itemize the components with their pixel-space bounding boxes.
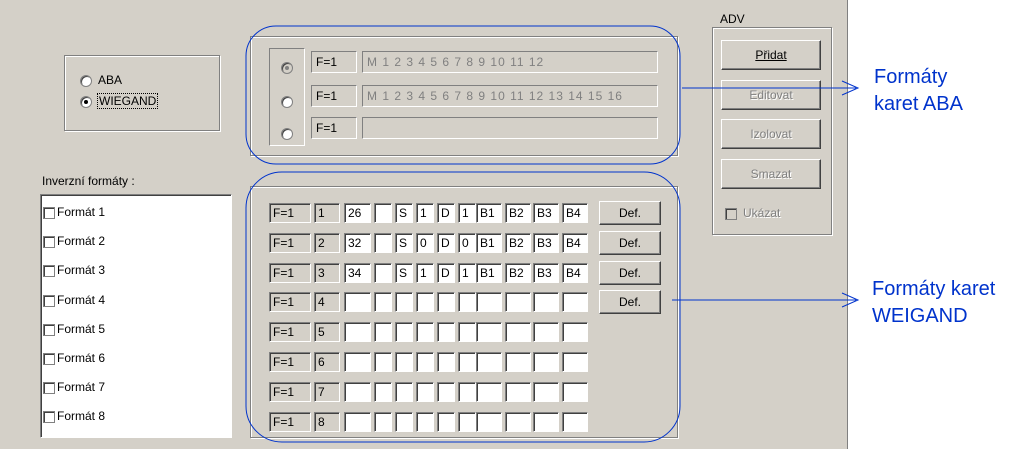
aba-annotation-line1: Formáty: [874, 66, 948, 88]
wiegand-highlight-outline: [245, 171, 681, 443]
aba-annotation-line2: karet ABA: [874, 93, 963, 115]
wiegand-annotation-line1: Formáty karet: [872, 278, 996, 300]
aba-highlight-outline: [245, 25, 681, 165]
wiegand-annotation-line2: WEIGAND: [872, 305, 968, 327]
